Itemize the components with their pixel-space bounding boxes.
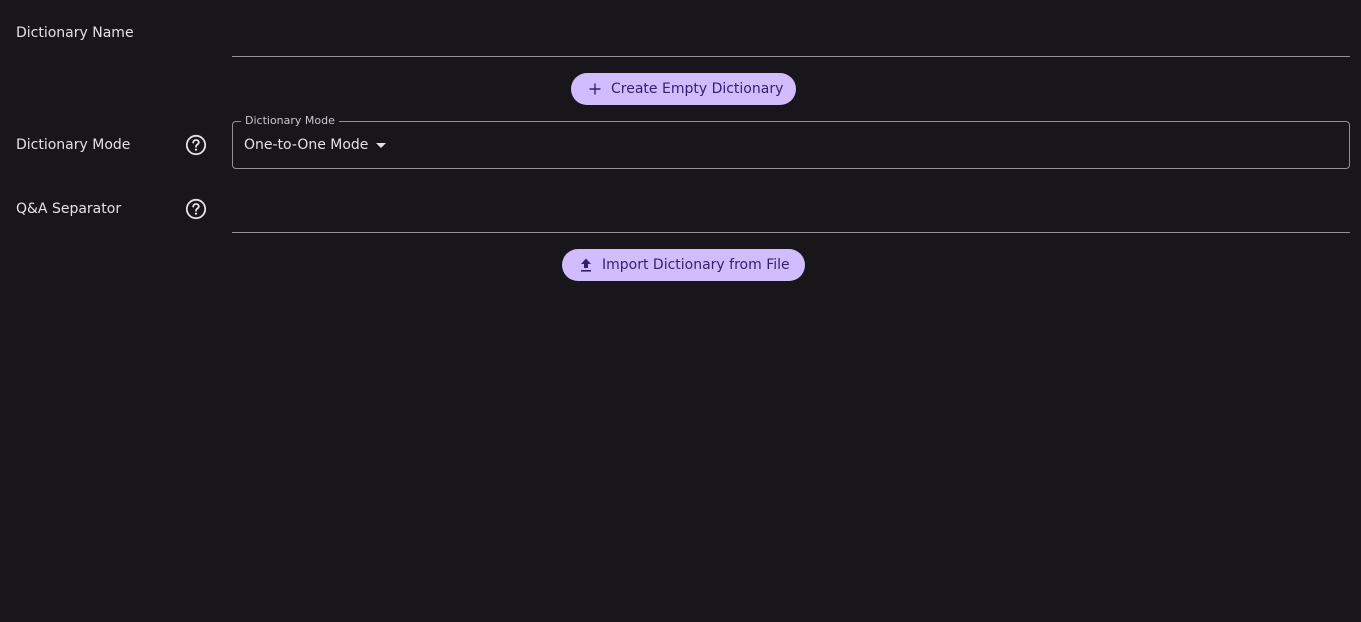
qa-separator-label: Q&A Separator [16,201,122,217]
qa-separator-input[interactable] [232,193,1350,232]
dictionary-mode-value-wrap: One-to-One Mode [244,136,387,154]
dictionary-mode-select-label: Dictionary Mode [241,114,339,128]
import-dictionary-button[interactable]: Import Dictionary from File [562,249,805,281]
dictionary-mode-select[interactable]: Dictionary Mode One-to-One Mode [232,114,1350,169]
upload-icon [580,257,592,273]
dictionary-name-input[interactable] [232,17,1350,56]
dictionary-name-field[interactable] [232,17,1350,57]
help-circle-icon[interactable] [185,134,207,156]
create-empty-dictionary-button[interactable]: Create Empty Dictionary [571,73,796,105]
help-circle-icon[interactable] [185,198,207,220]
create-empty-dictionary-label: Create Empty Dictionary [611,81,784,97]
dictionary-form: Dictionary Name Create Empty Dictionary … [0,0,1361,622]
import-dictionary-label: Import Dictionary from File [602,257,790,273]
dictionary-name-label: Dictionary Name [16,25,134,41]
dictionary-mode-selected-value: One-to-One Mode [244,137,369,153]
plus-icon [589,81,601,97]
caret-down-icon [376,142,387,148]
qa-separator-field[interactable] [232,193,1350,233]
dictionary-mode-label: Dictionary Mode [16,137,131,153]
